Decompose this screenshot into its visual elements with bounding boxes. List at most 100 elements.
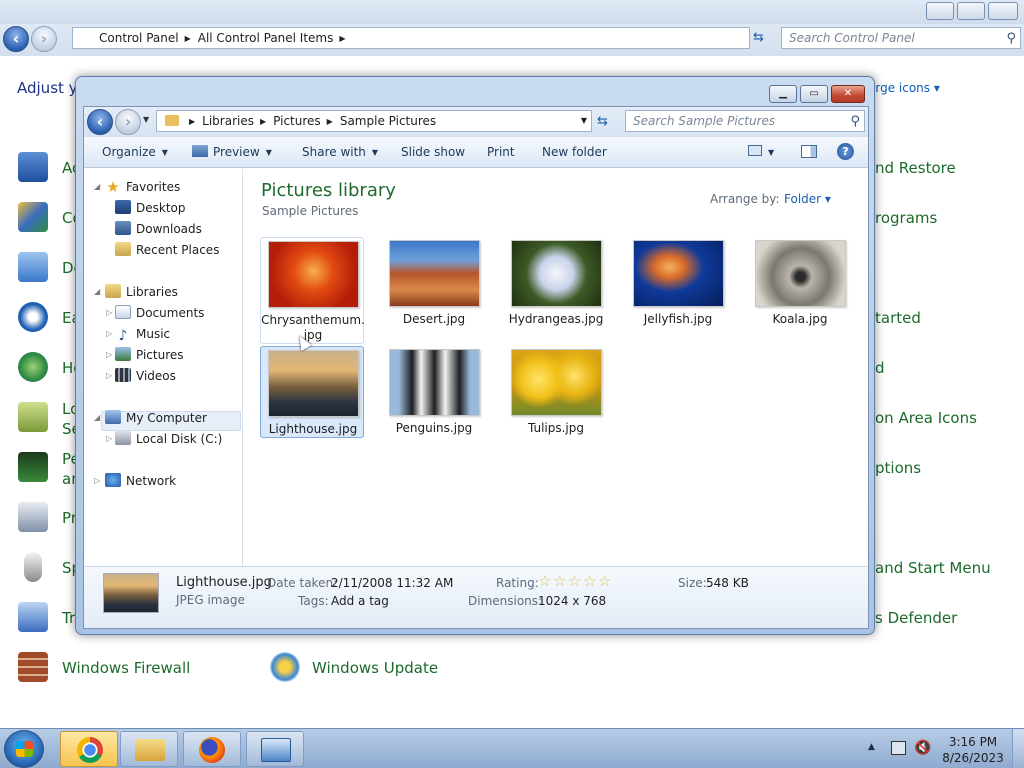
explorer-refresh-icon[interactable]: ⇆ bbox=[597, 114, 608, 129]
change-view-icon[interactable]: ▼ bbox=[748, 145, 774, 159]
nav-favorites[interactable]: ★ Favorites bbox=[105, 178, 180, 197]
desert-image bbox=[389, 240, 480, 307]
explorer-back-button[interactable]: ‹ bbox=[87, 109, 113, 135]
network-tray-icon[interactable] bbox=[891, 741, 906, 755]
taskbar-chrome[interactable] bbox=[60, 731, 118, 767]
star-icon[interactable]: ☆ bbox=[553, 574, 568, 589]
breadcrumb-libraries[interactable]: Libraries bbox=[202, 114, 254, 128]
control-panel-breadcrumb[interactable]: Control Panel ▶ All Control Panel Items ▶ bbox=[72, 27, 750, 49]
breadcrumb-pictures[interactable]: Pictures bbox=[273, 114, 321, 128]
file-thumbnail[interactable]: Tulips.jpg bbox=[504, 346, 608, 438]
star-icon[interactable]: ☆ bbox=[583, 574, 598, 589]
control-panel-search-input[interactable]: Search Control Panel ⚲ bbox=[781, 27, 1021, 49]
expand-arrow-icon[interactable]: ◢ bbox=[94, 182, 100, 191]
cp-item-notification-area-icons[interactable]: on Area Icons bbox=[875, 409, 977, 427]
collapse-arrow-icon[interactable]: ▷ bbox=[106, 434, 112, 443]
share-with-button[interactable]: Share with ▼ bbox=[302, 145, 378, 159]
slide-show-button[interactable]: Slide show bbox=[401, 145, 465, 159]
star-icon: ★ bbox=[106, 178, 120, 196]
file-thumbnail[interactable]: Penguins.jpg bbox=[382, 346, 486, 438]
tags-value[interactable]: Add a tag bbox=[331, 594, 389, 608]
nav-recent-places[interactable]: Recent Places bbox=[115, 241, 219, 260]
minimize-button[interactable] bbox=[926, 2, 954, 20]
show-desktop-button[interactable] bbox=[1012, 729, 1024, 768]
cp-item-windows-firewall[interactable]: Windows Firewall bbox=[62, 659, 190, 677]
new-folder-button[interactable]: New folder bbox=[542, 145, 607, 159]
action-center-flag-icon bbox=[18, 152, 48, 182]
taskbar-explorer[interactable] bbox=[120, 731, 178, 767]
cp-item-troubleshooting[interactable]: Tr bbox=[62, 609, 75, 627]
help-icon[interactable]: ? bbox=[837, 143, 854, 160]
cp-item-taskbar-start-menu[interactable]: and Start Menu bbox=[875, 559, 991, 577]
collapse-arrow-icon[interactable]: ▷ bbox=[106, 371, 112, 380]
explorer-maximize-button[interactable]: ▭ bbox=[800, 85, 828, 103]
desktop-icon bbox=[115, 200, 131, 214]
collapse-arrow-icon[interactable]: ▷ bbox=[94, 476, 100, 485]
cp-item-backup-restore[interactable]: nd Restore bbox=[875, 159, 956, 177]
file-thumbnail[interactable]: Jellyfish.jpg bbox=[626, 237, 730, 329]
nav-documents[interactable]: Documents bbox=[115, 304, 204, 323]
nav-downloads[interactable]: Downloads bbox=[115, 220, 202, 239]
show-hidden-icons-arrow-icon[interactable]: ▲ bbox=[868, 742, 875, 752]
cp-item-windows-update[interactable]: Windows Update bbox=[312, 659, 438, 677]
close-button[interactable] bbox=[988, 2, 1018, 20]
cp-item-windows-defender[interactable]: s Defender bbox=[875, 609, 957, 627]
file-thumbnail[interactable]: Desert.jpg bbox=[382, 237, 486, 329]
recent-pages-chevron-icon[interactable]: ▼ bbox=[143, 115, 149, 124]
view-by-dropdown[interactable]: arge icons ▾ bbox=[868, 81, 940, 95]
chrysanthemum-image bbox=[268, 241, 359, 308]
address-dropdown-icon[interactable]: ▼ bbox=[581, 111, 587, 131]
back-button[interactable]: ‹ bbox=[3, 26, 29, 52]
expand-arrow-icon[interactable]: ◢ bbox=[94, 413, 100, 422]
nav-libraries[interactable]: Libraries bbox=[105, 283, 178, 302]
date-taken-value[interactable]: 2/11/2008 11:32 AM bbox=[331, 576, 453, 590]
star-icon[interactable]: ☆ bbox=[538, 574, 553, 589]
system-clock[interactable]: 3:16 PM 8/26/2023 bbox=[938, 734, 1008, 766]
file-thumbnail[interactable]: Hydrangeas.jpg bbox=[504, 237, 608, 329]
collapse-arrow-icon[interactable]: ▷ bbox=[106, 308, 112, 317]
explorer-forward-button[interactable]: › bbox=[115, 109, 141, 135]
homegroup-icon bbox=[18, 352, 48, 382]
taskbar-firefox[interactable] bbox=[183, 731, 241, 767]
file-thumbnail[interactable]: Koala.jpg bbox=[748, 237, 852, 329]
nav-network[interactable]: Network bbox=[105, 472, 176, 491]
file-thumbnail[interactable]: Chrysanthemum. jpg bbox=[260, 237, 365, 344]
preview-pane-icon[interactable] bbox=[801, 145, 817, 161]
forward-button[interactable]: › bbox=[31, 26, 57, 52]
nav-my-computer[interactable]: My Computer bbox=[105, 409, 207, 428]
start-button[interactable] bbox=[4, 730, 44, 768]
maximize-button[interactable] bbox=[957, 2, 985, 20]
location-sensors-icon bbox=[18, 402, 48, 432]
preview-button[interactable]: Preview ▼ bbox=[192, 145, 272, 159]
print-button[interactable]: Print bbox=[487, 145, 515, 159]
star-icon[interactable]: ☆ bbox=[598, 574, 613, 589]
cp-item-keyboard[interactable]: d bbox=[875, 359, 885, 377]
breadcrumb-all-items[interactable]: All Control Panel Items bbox=[198, 31, 334, 45]
taskbar-control-panel[interactable] bbox=[246, 731, 304, 767]
nav-local-disk[interactable]: Local Disk (C:) bbox=[115, 430, 222, 449]
cp-item-default-programs[interactable]: rograms bbox=[875, 209, 937, 227]
refresh-icon[interactable]: ⇆ bbox=[753, 30, 764, 45]
collapse-arrow-icon[interactable]: ▷ bbox=[106, 329, 112, 338]
explorer-breadcrumb[interactable]: ▶ Libraries ▶ Pictures ▶ Sample Pictures ▼ bbox=[156, 110, 592, 132]
explorer-minimize-button[interactable]: ▁ bbox=[769, 85, 797, 103]
cp-item-power-options[interactable]: ptions bbox=[875, 459, 921, 477]
arrange-by-dropdown[interactable]: Folder ▾ bbox=[784, 192, 831, 206]
nav-videos[interactable]: Videos bbox=[115, 367, 176, 386]
expand-arrow-icon[interactable]: ◢ bbox=[94, 287, 100, 296]
explorer-search-input[interactable]: Search Sample Pictures ⚲ bbox=[625, 110, 865, 132]
cp-item-getting-started[interactable]: tarted bbox=[875, 309, 921, 327]
breadcrumb-control-panel[interactable]: Control Panel bbox=[99, 31, 179, 45]
volume-muted-icon[interactable]: 🔇 bbox=[914, 740, 931, 756]
file-thumbnail-selected[interactable]: Lighthouse.jpg bbox=[260, 346, 364, 438]
explorer-close-button[interactable]: ✕ bbox=[831, 85, 865, 103]
nav-pictures[interactable]: Pictures bbox=[115, 346, 184, 365]
nav-music[interactable]: ♪ Music bbox=[115, 325, 171, 344]
rating-stars[interactable]: ☆ ☆ ☆ ☆ ☆ bbox=[538, 574, 613, 589]
nav-desktop[interactable]: Desktop bbox=[115, 199, 186, 218]
collapse-arrow-icon[interactable]: ▷ bbox=[106, 350, 112, 359]
star-icon[interactable]: ☆ bbox=[568, 574, 583, 589]
breadcrumb-sample-pictures[interactable]: Sample Pictures bbox=[340, 114, 436, 128]
details-filename: Lighthouse.jpg bbox=[176, 575, 272, 590]
organize-button[interactable]: Organize ▼ bbox=[102, 145, 168, 159]
